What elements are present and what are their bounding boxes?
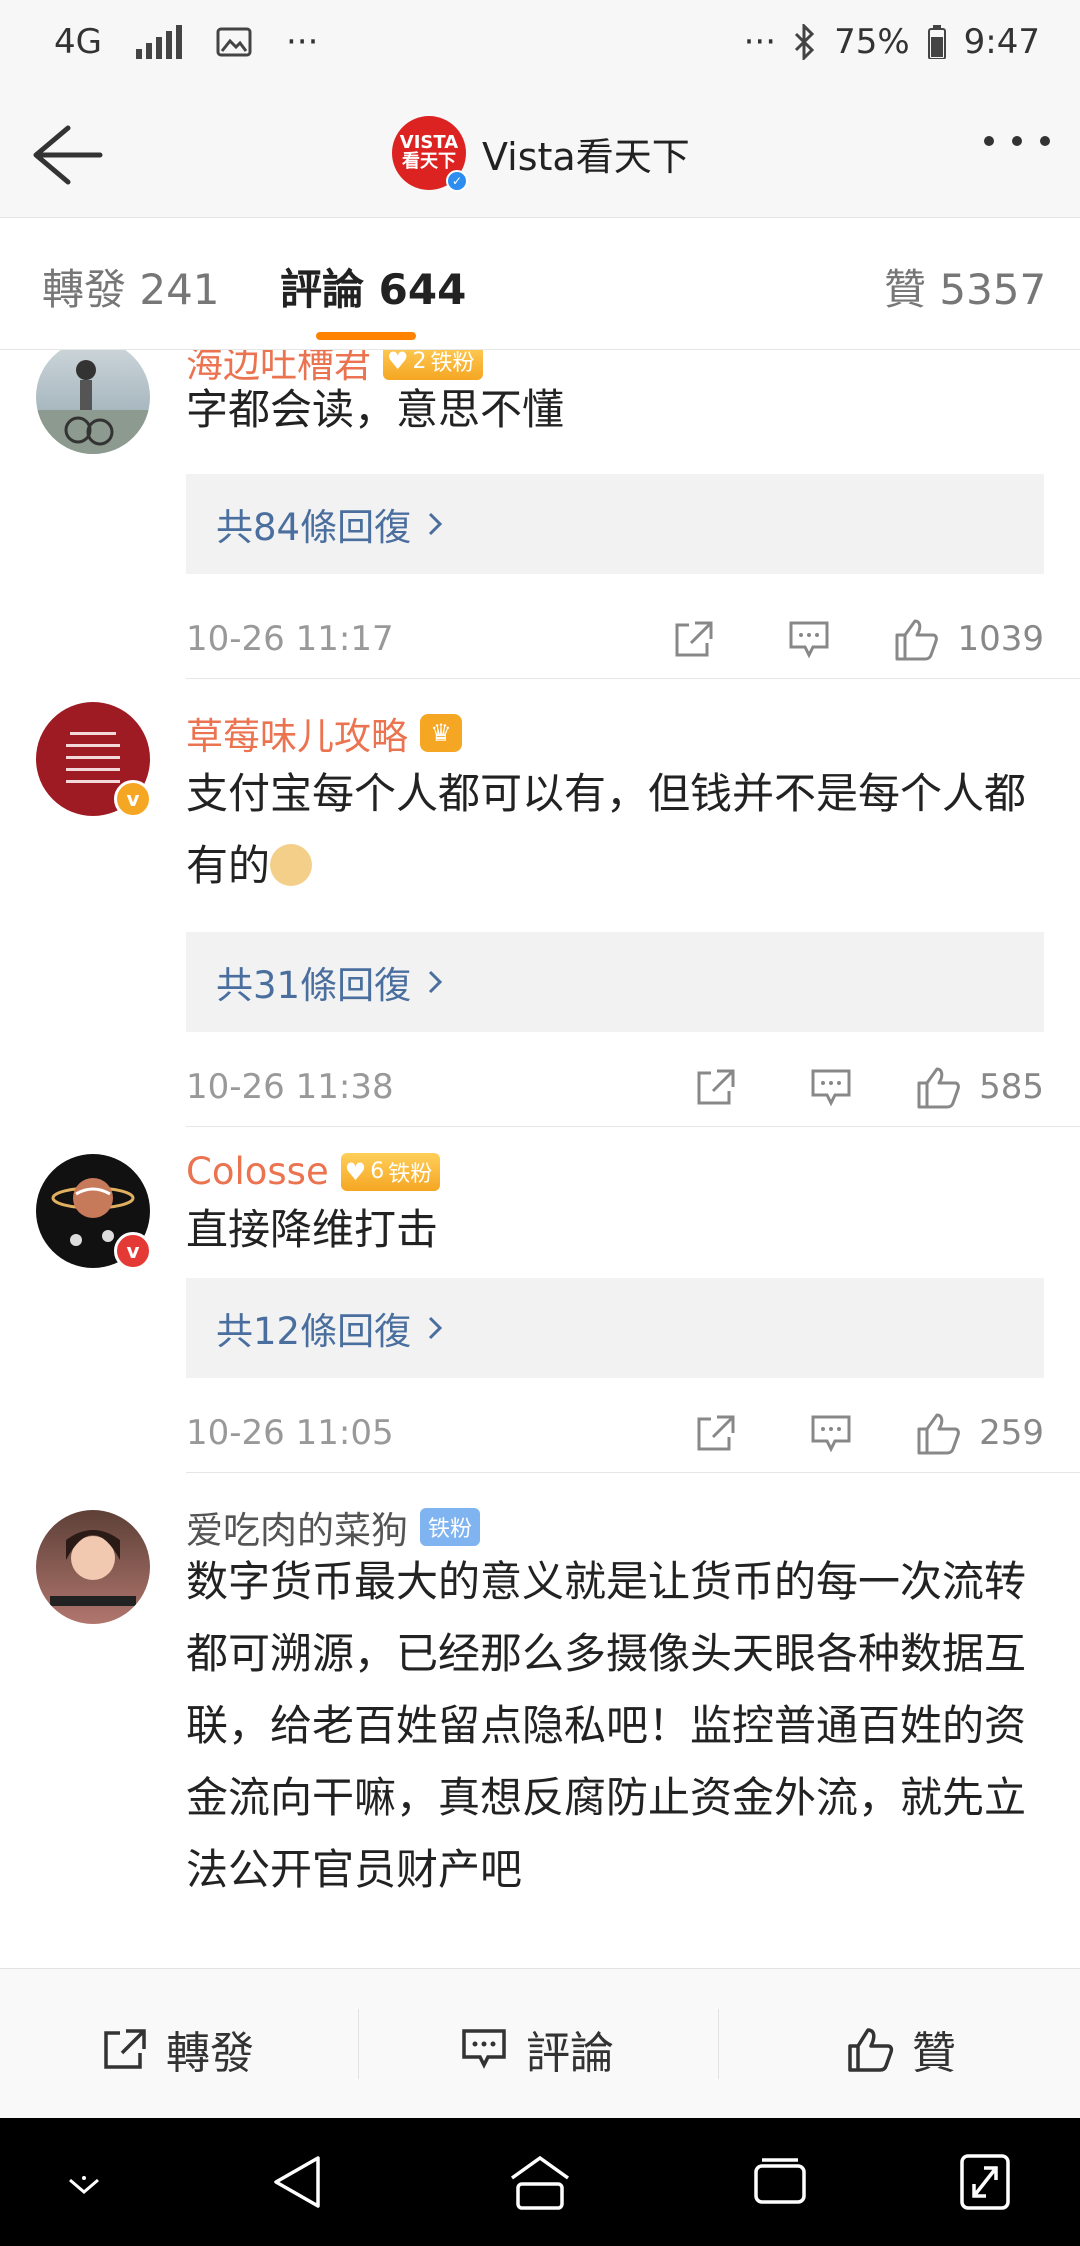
tab-comments[interactable]: 評論 644 (280, 256, 466, 317)
comment-time: 10-26 11:05 (186, 1413, 394, 1453)
recent-apps-icon[interactable] (752, 2152, 808, 2212)
more-options-icon[interactable] (984, 136, 1050, 146)
comment-meta: 10-26 11:05 259 (186, 1408, 1044, 1458)
chevron-right-icon (429, 512, 443, 536)
comment-text: 数字货币最大的意义就是让货币的每一次流转都可溯源，已经那么多摄像头天眼各种数据互… (186, 1557, 1027, 1894)
verified-badge-icon: v (114, 780, 152, 818)
logo-text-bottom: 看天下 (402, 151, 456, 172)
avatar[interactable] (36, 1510, 150, 1624)
battery-icon (927, 25, 946, 59)
comment-icon (462, 2029, 506, 2069)
like-count: 585 (979, 1067, 1044, 1107)
comment-button[interactable]: 評論 (460, 2017, 614, 2081)
reply-icon[interactable] (809, 1413, 853, 1453)
nav-bar: VISTA 看天下 ✓ Vista看天下 (0, 92, 1080, 218)
share-icon[interactable] (693, 1413, 737, 1453)
comment-text: 支付宝每个人都可以有，但钱并不是每个人都有的 (186, 769, 1027, 890)
username[interactable]: Colosse ♥ 6 铁粉 (186, 1150, 441, 1193)
like-button[interactable]: 259 (915, 1411, 1044, 1455)
fan-badge: 铁粉 (420, 1508, 481, 1546)
active-tab-indicator (316, 332, 416, 340)
doge-emoji-icon (270, 843, 313, 886)
bottom-action-bar: 轉發 評論 贊 (0, 1968, 1080, 2118)
status-more: ··· (285, 22, 319, 62)
replies-link[interactable]: 共31條回復 (186, 932, 1044, 1032)
home-icon[interactable] (508, 2152, 572, 2212)
comment-text: 直接降维打击 (186, 1205, 439, 1254)
avatar[interactable]: v (36, 702, 152, 818)
like-count: 1039 (957, 619, 1044, 659)
battery-percent: 75% (834, 22, 910, 62)
back-arrow-icon[interactable] (28, 120, 104, 190)
replies-link[interactable]: 共84條回復 (186, 474, 1044, 574)
clock: 9:47 (963, 22, 1040, 62)
divider (186, 678, 1080, 679)
account-header[interactable]: VISTA 看天下 ✓ Vista看天下 (392, 116, 690, 192)
page-title: Vista看天下 (482, 134, 690, 179)
fan-badge: ♥ 6 铁粉 (340, 1152, 441, 1191)
comment-time: 10-26 11:17 (186, 619, 394, 659)
divider (186, 1126, 1080, 1127)
comment-text: 字都会读，意思不懂 (186, 385, 565, 434)
thumbs-up-icon (895, 619, 939, 661)
signal-icon (135, 25, 182, 59)
account-avatar[interactable]: VISTA 看天下 ✓ (392, 116, 468, 192)
tab-bar: 轉發 241 評論 644 贊 5357 (0, 218, 1080, 350)
divider (718, 2009, 719, 2079)
chevron-right-icon (429, 970, 443, 994)
expand-screen-icon[interactable] (958, 2152, 1012, 2212)
like-count: 259 (979, 1413, 1044, 1453)
comment-time: 10-26 11:38 (186, 1067, 394, 1107)
reply-icon[interactable] (787, 619, 831, 659)
avatar[interactable]: v (36, 1154, 152, 1270)
status-bar: 4G ··· ··· 75% 9:47 (0, 0, 1080, 92)
like-button[interactable]: 585 (915, 1065, 1044, 1109)
system-navigation-bar (0, 2118, 1080, 2246)
verified-icon: ✓ (446, 170, 468, 192)
like-button[interactable]: 1039 (893, 617, 1044, 661)
tab-likes[interactable]: 贊 5357 (884, 256, 1046, 317)
comment-meta: 10-26 11:17 1039 (186, 614, 1044, 664)
like-button[interactable]: 贊 (846, 2017, 956, 2081)
share-icon (104, 2029, 146, 2069)
divider (358, 2009, 359, 2079)
chevron-right-icon (429, 1316, 443, 1340)
thumbs-up-icon (848, 2028, 894, 2072)
divider (186, 1472, 1080, 1473)
thumbs-up-icon (917, 1413, 960, 1455)
thumbs-up-icon (917, 1067, 960, 1109)
reply-icon[interactable] (809, 1067, 853, 1107)
comment-meta: 10-26 11:38 585 (186, 1062, 1044, 1112)
username[interactable]: 草莓味儿攻略 ♛ (186, 706, 462, 760)
heart-icon: ♥ (344, 1157, 367, 1186)
replies-link[interactable]: 共12條回復 (186, 1278, 1044, 1378)
network-label: 4G (54, 22, 102, 62)
verified-badge-icon: v (114, 1232, 152, 1270)
bluetooth-icon (795, 24, 815, 60)
avatar[interactable] (36, 350, 150, 454)
status-right-more: ··· (743, 22, 777, 62)
comment-list[interactable]: 海边吐槽君 ♥ 2 铁粉 字都会读，意思不懂 共84條回復 10-26 11:17 … (0, 350, 1080, 1968)
crown-badge-icon: ♛ (420, 714, 462, 752)
heart-icon: ♥ (387, 350, 409, 375)
tab-reposts[interactable]: 轉發 241 (42, 256, 220, 317)
image-notification-icon (216, 27, 252, 57)
hide-keyboard-icon[interactable] (64, 2174, 104, 2198)
share-icon[interactable] (693, 1067, 737, 1107)
back-icon[interactable] (270, 2152, 324, 2212)
repost-button[interactable]: 轉發 (100, 2017, 254, 2081)
share-icon[interactable] (671, 619, 715, 659)
